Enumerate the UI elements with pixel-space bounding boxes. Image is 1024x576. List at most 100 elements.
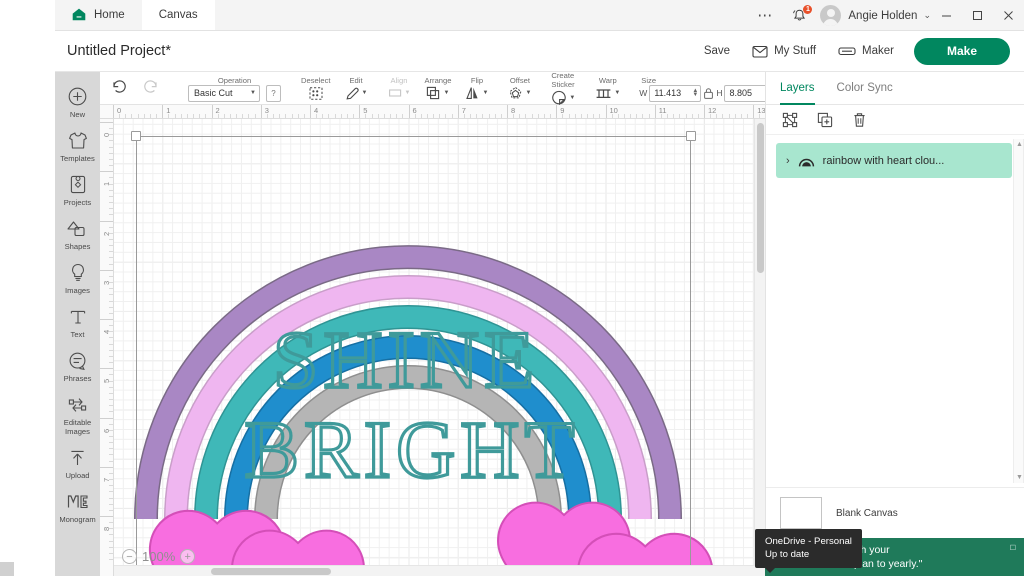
ruler-v-minor-tick xyxy=(109,491,113,492)
ruler-h-tick-label: 13 xyxy=(757,106,765,115)
canvas-horizontal-scrollbar[interactable] xyxy=(114,565,765,576)
rail-item-shapes[interactable]: Shapes xyxy=(55,212,100,256)
rail-item-new[interactable]: New xyxy=(55,80,100,124)
create-sticker-button[interactable]: Create Sticker ▼ xyxy=(544,72,582,105)
ruler-v-tick: 3 xyxy=(100,270,114,271)
ruler-h-minor-tick xyxy=(698,114,699,118)
ruler-h-minor-tick xyxy=(347,114,348,118)
ruler-v-minor-tick xyxy=(109,251,113,252)
zoom-out-button[interactable]: − xyxy=(122,549,137,564)
ruler-h-minor-tick xyxy=(569,114,570,118)
offset-button[interactable]: Offset ▼ xyxy=(501,72,538,105)
arrange-button[interactable]: Arrange ▼ xyxy=(417,72,458,105)
rail-item-monogram[interactable]: Monogram xyxy=(55,485,100,529)
chevron-right-icon[interactable]: › xyxy=(786,155,790,167)
save-button[interactable]: Save xyxy=(693,45,741,57)
canvas-artwork[interactable]: SHINE BRIGHT xyxy=(114,119,765,576)
ruler-v-tick: 7 xyxy=(100,467,114,468)
ruler-h-minor-tick xyxy=(661,114,662,118)
ruler-h-minor-tick xyxy=(433,114,434,118)
make-button[interactable]: Make xyxy=(914,38,1010,65)
tab-color-sync[interactable]: Color Sync xyxy=(837,72,893,105)
selection-handle-top-left[interactable] xyxy=(131,131,141,141)
ruler-h-minor-tick xyxy=(125,114,126,118)
width-stepper[interactable]: ▲▼ xyxy=(692,89,698,97)
edit-button[interactable]: Edit ▼ xyxy=(338,72,375,105)
ruler-h-tick: 2 xyxy=(212,105,213,119)
scroll-up-icon[interactable]: ▲ xyxy=(1016,141,1023,148)
operation-select[interactable]: Basic Cut ▼ xyxy=(188,85,260,102)
ruler-v-minor-tick xyxy=(109,362,113,363)
username-label: Angie Holden xyxy=(848,10,917,22)
tab-home[interactable]: Home xyxy=(55,0,142,30)
canvas-horizontal-scrollbar-thumb[interactable] xyxy=(211,568,331,575)
ruler-v-minor-tick xyxy=(109,177,113,178)
align-label: Align xyxy=(391,76,408,85)
operation-help-button[interactable]: ? xyxy=(266,85,281,102)
duplicate-icon[interactable] xyxy=(817,112,833,128)
canvas-vertical-scrollbar[interactable] xyxy=(754,119,765,565)
ruler-v-minor-tick xyxy=(109,559,113,560)
window-close-button[interactable] xyxy=(993,0,1024,31)
avatar[interactable] xyxy=(820,5,841,26)
machine-selector[interactable]: Maker xyxy=(827,45,905,57)
rail-item-images[interactable]: Images xyxy=(55,256,100,300)
window-maximize-button[interactable] xyxy=(962,0,993,31)
scroll-down-icon[interactable]: ▼ xyxy=(1016,474,1023,481)
ruler-v-minor-tick xyxy=(109,233,113,234)
tab-layers[interactable]: Layers xyxy=(780,72,815,105)
ruler-h-minor-tick xyxy=(255,114,256,118)
rail-item-text[interactable]: Text xyxy=(55,300,100,344)
ruler-h-minor-tick xyxy=(304,114,305,118)
canvas-color-swatch[interactable] xyxy=(780,497,822,529)
upload-arrow-icon xyxy=(69,447,86,468)
ruler-h-minor-tick xyxy=(279,114,280,118)
chevron-down-icon[interactable]: ⌄ xyxy=(923,10,931,21)
chevron-down-icon: ▼ xyxy=(443,90,449,96)
rail-item-editable-images[interactable]: Editable Images xyxy=(55,388,100,441)
rail-item-upload[interactable]: Upload xyxy=(55,441,100,485)
tab-canvas[interactable]: Canvas xyxy=(142,0,215,30)
left-rail: New Templates Projects Shapes Images xyxy=(55,72,100,576)
undo-button[interactable] xyxy=(111,79,128,98)
ruler-h-minor-tick xyxy=(181,114,182,118)
ruler-h-minor-tick xyxy=(482,114,483,118)
group-icon[interactable] xyxy=(782,112,798,128)
ruler-h-minor-tick xyxy=(445,114,446,118)
overflow-menu-button[interactable]: ⋯ xyxy=(748,0,782,31)
window-minimize-button[interactable] xyxy=(931,0,962,31)
rail-item-projects[interactable]: Projects xyxy=(55,168,100,212)
align-button[interactable]: Align ▼ xyxy=(381,72,418,105)
rail-item-templates[interactable]: Templates xyxy=(55,124,100,168)
ruler-v-minor-tick xyxy=(109,214,113,215)
lock-icon[interactable] xyxy=(703,87,714,100)
create-sticker-label: Create Sticker xyxy=(551,71,575,89)
align-icon: ▼ xyxy=(388,86,411,101)
flip-button[interactable]: Flip ▼ xyxy=(458,72,495,105)
width-input[interactable]: 11.413 ▲▼ xyxy=(649,85,701,102)
ruler-v-minor-tick xyxy=(109,510,113,511)
operation-group: Operation Basic Cut ▼ ? xyxy=(178,72,288,105)
rail-label-upload: Upload xyxy=(65,471,89,480)
ruler-h-minor-tick xyxy=(686,114,687,118)
ruler-h-minor-tick xyxy=(378,114,379,118)
notifications-button[interactable]: 1 xyxy=(782,0,816,31)
zoom-in-button[interactable]: + xyxy=(180,549,195,564)
redo-button[interactable] xyxy=(142,79,159,98)
layer-panel-scrollbar[interactable]: ▲ ▼ xyxy=(1013,139,1024,483)
ruler-v-minor-tick xyxy=(109,288,113,289)
ruler-h-minor-tick xyxy=(649,114,650,118)
canvas-area[interactable]: 012345678910111213 012345678 xyxy=(100,105,765,576)
ruler-h-tick: 3 xyxy=(261,105,262,119)
arrange-label: Arrange xyxy=(424,76,451,85)
warp-button[interactable]: Warp ▼ xyxy=(588,72,627,105)
deselect-button[interactable]: Deselect xyxy=(294,72,338,105)
my-stuff-button[interactable]: My Stuff xyxy=(741,45,827,58)
ruler-v-minor-tick xyxy=(109,227,113,228)
layer-row[interactable]: › rainbow with heart clou... xyxy=(776,143,1012,178)
delete-icon[interactable] xyxy=(852,112,867,128)
rail-item-phrases[interactable]: Phrases xyxy=(55,344,100,388)
ruler-h-minor-tick xyxy=(735,114,736,118)
canvas-vertical-scrollbar-thumb[interactable] xyxy=(757,123,764,273)
selection-handle-top-right[interactable] xyxy=(686,131,696,141)
